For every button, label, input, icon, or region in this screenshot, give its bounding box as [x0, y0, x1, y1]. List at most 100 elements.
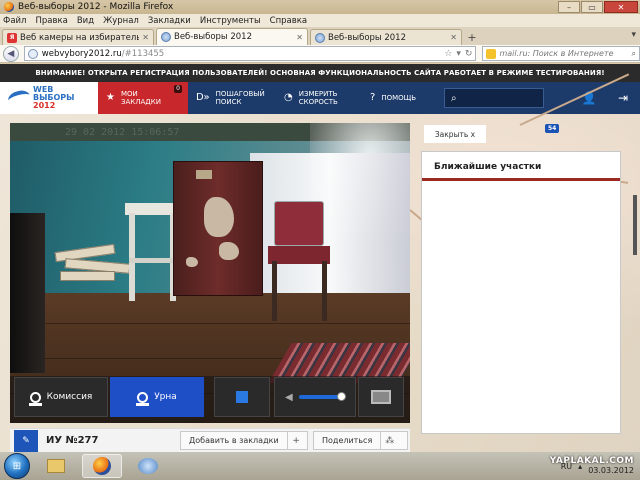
tab-close-icon[interactable]: ✕	[450, 33, 457, 42]
tab-webvybory-active[interactable]: Веб-выборы 2012 ✕	[156, 28, 308, 45]
window-controls: – ▭ ✕	[558, 1, 638, 13]
webcam-icon	[28, 391, 42, 406]
station-name: ИУ №277	[46, 435, 99, 446]
tab-close-icon[interactable]: ✕	[142, 33, 149, 42]
nav-measure-speed[interactable]: ◔ ИЗМЕРИТЬ СКОРОСТЬ	[276, 82, 362, 114]
share-button[interactable]: Поделиться ⁂	[313, 431, 408, 450]
star-icon: ★	[106, 92, 115, 103]
nav-step-line2: ПОИСК	[215, 98, 242, 106]
dropdown-icon[interactable]: ▾	[456, 49, 461, 59]
nav-speed-line1: ИЗМЕРИТЬ	[298, 90, 338, 98]
folder-icon	[47, 459, 65, 473]
map-marker[interactable]: 54	[545, 124, 560, 133]
camera-urn-button[interactable]: Урна	[110, 377, 204, 417]
nearby-stations-panel: Ближайшие участки	[421, 151, 621, 434]
tab-label: Веб-выборы 2012	[328, 32, 406, 43]
video-timestamp: 29 02 2012 15:06:57	[65, 127, 180, 138]
site-search-icon: ⌕	[451, 92, 457, 104]
url-host: webvybory2012.ru	[41, 48, 122, 59]
taskbar-folder[interactable]	[36, 454, 76, 478]
tab-bar: Я Веб камеры на избирательных учас... ✕ …	[0, 27, 640, 45]
maximize-button[interactable]: ▭	[581, 1, 603, 13]
close-panel-link[interactable]: Закрыть x	[424, 125, 486, 143]
address-bar[interactable]: webvybory2012.ru /#113455 ☆ ▾ ↻	[23, 46, 477, 61]
stop-button[interactable]	[214, 377, 270, 417]
fullscreen-button[interactable]	[358, 377, 404, 417]
share-icon: ⁂	[380, 431, 398, 450]
site-search-input[interactable]: ⌕	[444, 88, 544, 108]
menu-view[interactable]: Вид	[77, 16, 94, 26]
plus-icon: +	[286, 431, 305, 450]
step-arrows-icon: D»	[196, 92, 210, 103]
new-tab-button[interactable]: +	[464, 30, 480, 45]
speaker-icon[interactable]: ◀	[285, 392, 293, 403]
nav-speed-line2: СКОРОСТЬ	[298, 98, 338, 106]
edit-icon[interactable]: ✎	[14, 429, 38, 452]
tab-webvybory[interactable]: Веб-выборы 2012 ✕	[310, 29, 462, 45]
logo-year: 2012	[33, 101, 56, 110]
add-bookmark-label: Добавить в закладки	[189, 436, 279, 445]
yandex-icon: Я	[7, 32, 17, 43]
speedometer-icon: ◔	[284, 92, 293, 103]
start-button[interactable]: ⊞	[4, 453, 30, 479]
url-path: /#113455	[121, 48, 165, 59]
menu-bookmarks[interactable]: Закладки	[148, 16, 191, 26]
menu-help[interactable]: Справка	[270, 16, 307, 26]
nav-bookmarks-line1: МОИ	[120, 90, 138, 98]
nearby-stations-title: Ближайшие участки	[434, 162, 542, 172]
nav-help[interactable]: ? ПОМОЩЬ	[362, 82, 440, 114]
site-logo[interactable]: WEB ВЫБОРЫ 2012	[0, 82, 98, 114]
clock-date[interactable]: 03.03.2012	[588, 466, 634, 475]
site-identity-icon[interactable]	[27, 48, 38, 59]
window-title: Веб-выборы 2012 - Mozilla Firefox	[18, 2, 174, 12]
nav-my-bookmarks[interactable]: ★ МОИ ЗАКЛАДКИ 0	[98, 82, 188, 114]
reload-icon[interactable]: ↻	[465, 49, 473, 59]
firefox-icon	[93, 457, 111, 475]
volume-slider[interactable]	[298, 392, 346, 401]
bookmark-star-icon[interactable]: ☆	[444, 49, 452, 59]
tab-close-icon[interactable]: ✕	[296, 33, 303, 42]
firefox-icon	[4, 2, 14, 12]
menu-tools[interactable]: Инструменты	[200, 16, 261, 26]
menu-history[interactable]: Журнал	[103, 16, 139, 26]
mail-agent-icon	[138, 458, 158, 474]
tab-label: Веб камеры на избирательных учас...	[20, 32, 140, 43]
watermark: YAPLAKAL.COM	[549, 456, 634, 466]
tab-webcams[interactable]: Я Веб камеры на избирательных учас... ✕	[2, 29, 154, 45]
add-bookmark-button[interactable]: Добавить в закладки +	[180, 431, 308, 450]
webcam-icon	[136, 391, 150, 406]
volume-knob[interactable]	[336, 392, 346, 401]
search-placeholder: mail.ru: Поиск в Интернете	[499, 49, 614, 58]
taskbar-mail[interactable]	[128, 454, 168, 478]
site-header: WEB ВЫБОРЫ 2012 ★ МОИ ЗАКЛАДКИ 0 D» ПОША…	[0, 82, 640, 114]
navigation-bar: ◀ webvybory2012.ru /#113455 ☆ ▾ ↻ mail.r…	[0, 45, 640, 63]
back-button[interactable]: ◀	[3, 45, 19, 62]
nav-step-line1: ПОШАГОВЫЙ	[215, 90, 265, 98]
list-tabs-icon[interactable]: ▾	[631, 30, 636, 40]
commission-label: Комиссия	[46, 392, 93, 402]
menu-file[interactable]: Файл	[3, 16, 26, 26]
share-label: Поделиться	[322, 436, 373, 445]
close-window-button[interactable]: ✕	[604, 1, 638, 13]
volume-control[interactable]: ◀	[274, 377, 356, 417]
title-divider	[422, 178, 620, 181]
nav-help-label: ПОМОЩЬ	[381, 94, 417, 102]
urn-label: Урна	[154, 392, 177, 402]
fullscreen-icon	[371, 390, 391, 404]
mailru-icon[interactable]	[486, 48, 497, 59]
menu-edit[interactable]: Правка	[35, 16, 67, 26]
minimize-button[interactable]: –	[558, 1, 580, 13]
menu-bar: Файл Правка Вид Журнал Закладки Инструме…	[0, 14, 640, 27]
logout-icon[interactable]: ⇥	[606, 82, 640, 114]
station-bar: ✎ ИУ №277 Добавить в закладки + Поделить…	[10, 428, 410, 452]
logo-swoosh-icon	[6, 88, 32, 108]
notice-banner: ВНИМАНИЕ! ОТКРЫТА РЕГИСТРАЦИЯ ПОЛЬЗОВАТЕ…	[0, 64, 640, 82]
map-scrollbar[interactable]	[631, 195, 639, 375]
nav-step-search[interactable]: D» ПОШАГОВЫЙ ПОИСК	[188, 82, 276, 114]
search-input[interactable]: mail.ru: Поиск в Интернете ⌕	[482, 46, 640, 61]
taskbar-firefox[interactable]	[82, 454, 122, 478]
search-icon[interactable]: ⌕	[632, 49, 636, 59]
stop-icon	[236, 391, 248, 403]
camera-commission-button[interactable]: Комиссия	[14, 377, 108, 417]
bookmarks-count-badge: 0	[174, 85, 182, 93]
